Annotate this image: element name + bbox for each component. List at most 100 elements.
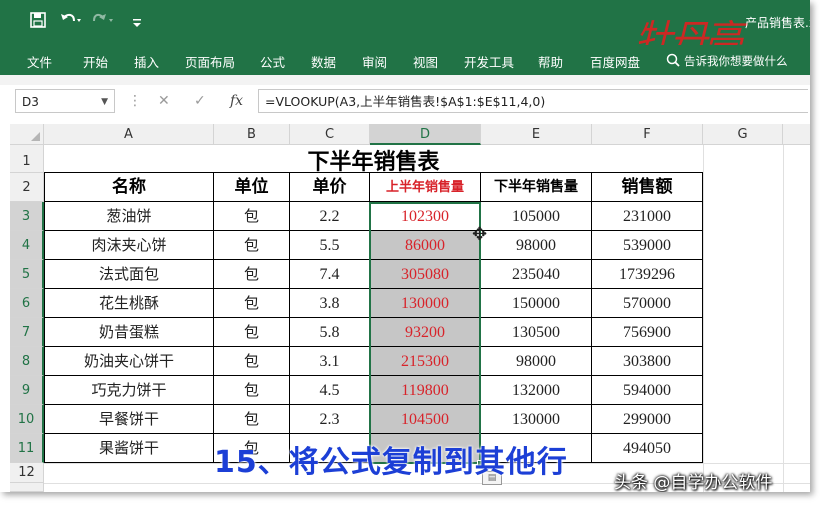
cell-revenue[interactable]: 303800 <box>592 347 703 376</box>
cell-h2-sales[interactable]: 132000 <box>481 376 592 405</box>
cell-unit[interactable]: 包 <box>214 347 290 376</box>
column-header-f[interactable]: F <box>592 124 703 145</box>
header-unit[interactable]: 单位 <box>214 173 290 202</box>
tab-home[interactable]: 开始 <box>83 52 108 71</box>
tab-data[interactable]: 数据 <box>311 52 336 71</box>
cell-unit[interactable]: 包 <box>214 289 290 318</box>
row-header-5[interactable]: 5 <box>10 260 44 289</box>
cell-h1-sales[interactable]: 215300 <box>370 347 481 376</box>
cell-h2-sales[interactable]: 130000 <box>481 405 592 434</box>
header-h1-sales[interactable]: 上半年销售量 <box>370 173 481 202</box>
cell-name[interactable]: 法式面包 <box>44 260 214 289</box>
row-header-2[interactable]: 2 <box>10 173 44 202</box>
cell-h2-sales[interactable]: 105000 <box>481 202 592 231</box>
customize-qat-icon[interactable] <box>132 14 142 33</box>
cell-unit[interactable]: 包 <box>214 260 290 289</box>
cell-h2-sales[interactable]: 150000 <box>481 289 592 318</box>
row-header-7[interactable]: 7 <box>10 318 44 347</box>
column-header-g[interactable]: G <box>703 124 783 145</box>
cell-name[interactable]: 葱油饼 <box>44 202 214 231</box>
cell-price[interactable]: 3.8 <box>290 289 370 318</box>
cell-price[interactable]: 4.5 <box>290 376 370 405</box>
cell-revenue[interactable]: 494050 <box>592 434 703 463</box>
cell-name[interactable]: 果酱饼干 <box>44 434 214 463</box>
row-header-6[interactable]: 6 <box>10 289 44 318</box>
cell-unit[interactable]: 包 <box>214 202 290 231</box>
row-header-12[interactable]: 12 <box>10 463 44 483</box>
tab-page-layout[interactable]: 页面布局 <box>185 52 235 71</box>
tab-view[interactable]: 视图 <box>413 52 438 71</box>
enter-icon[interactable]: ✓ <box>194 93 206 109</box>
tab-baidu-netdisk[interactable]: 百度网盘 <box>590 52 640 71</box>
cell-price[interactable]: 5.5 <box>290 231 370 260</box>
cell-unit[interactable]: 包 <box>214 318 290 347</box>
cell-price[interactable]: 3.1 <box>290 347 370 376</box>
cell-name[interactable]: 巧克力饼干 <box>44 376 214 405</box>
cell-name[interactable]: 奶油夹心饼干 <box>44 347 214 376</box>
cell-unit[interactable]: 包 <box>214 231 290 260</box>
formula-input[interactable]: =VLOOKUP(A3,上半年销售表!$A$1:$E$11,4,0) <box>258 89 808 113</box>
name-box[interactable]: D3 ▼ <box>15 89 115 113</box>
cell-h2-sales[interactable]: 98000 <box>481 231 592 260</box>
cell-revenue[interactable]: 1739296 <box>592 260 703 289</box>
header-revenue[interactable]: 销售额 <box>592 173 703 202</box>
cell-price[interactable]: 2.2 <box>290 202 370 231</box>
save-icon[interactable] <box>30 12 46 32</box>
cell-unit[interactable]: 包 <box>214 376 290 405</box>
column-header-b[interactable]: B <box>214 124 290 145</box>
column-header-c[interactable]: C <box>290 124 370 145</box>
cell-revenue[interactable]: 299000 <box>592 405 703 434</box>
cell-h1-sales[interactable]: 102300 <box>370 202 481 231</box>
row-header-10[interactable]: 10 <box>10 405 44 434</box>
undo-icon[interactable] <box>60 12 82 32</box>
column-header-d[interactable]: D <box>370 124 481 145</box>
cell-revenue[interactable]: 570000 <box>592 289 703 318</box>
header-h2-sales[interactable]: 下半年销售量 <box>481 173 592 202</box>
row-header-8[interactable]: 8 <box>10 347 44 376</box>
cell-h2-sales[interactable]: 130500 <box>481 318 592 347</box>
column-header-a[interactable]: A <box>44 124 214 145</box>
chevron-down-icon[interactable]: ▼ <box>101 90 108 114</box>
cell-revenue[interactable]: 756900 <box>592 318 703 347</box>
cell-name[interactable]: 早餐饼干 <box>44 405 214 434</box>
select-all-button[interactable] <box>10 124 44 145</box>
column-header-h[interactable] <box>783 124 810 145</box>
cell-name[interactable]: 肉沫夹心饼 <box>44 231 214 260</box>
cancel-icon[interactable]: ✕ <box>158 93 170 109</box>
cell-h1-sales[interactable]: 93200 <box>370 318 481 347</box>
row-header-13[interactable] <box>10 483 44 492</box>
insert-function-icon[interactable]: fx <box>230 93 243 109</box>
header-name[interactable]: 名称 <box>44 173 214 202</box>
cell-name[interactable]: 花生桃酥 <box>44 289 214 318</box>
cell-unit[interactable]: 包 <box>214 405 290 434</box>
cell-name[interactable]: 奶昔蛋糕 <box>44 318 214 347</box>
row-header-4[interactable]: 4 <box>10 231 44 260</box>
redo-icon[interactable] <box>92 12 114 32</box>
cell-revenue[interactable]: 539000 <box>592 231 703 260</box>
cell-price[interactable]: 7.4 <box>290 260 370 289</box>
lightbulb-icon[interactable] <box>666 53 680 70</box>
tab-developer[interactable]: 开发工具 <box>464 52 514 71</box>
column-header-e[interactable]: E <box>481 124 592 145</box>
tab-file[interactable]: 文件 <box>27 52 52 71</box>
cell-h1-sales[interactable]: 130000 <box>370 289 481 318</box>
header-price[interactable]: 单价 <box>290 173 370 202</box>
tab-review[interactable]: 审阅 <box>362 52 387 71</box>
cell-h2-sales[interactable]: 235040 <box>481 260 592 289</box>
cell-h1-sales[interactable]: 119800 <box>370 376 481 405</box>
tell-me-box[interactable]: 告诉我你想要做什么 <box>684 53 788 69</box>
cell-h2-sales[interactable]: 98000 <box>481 347 592 376</box>
tab-insert[interactable]: 插入 <box>134 52 159 71</box>
cell-price[interactable]: 2.3 <box>290 405 370 434</box>
tab-formulas[interactable]: 公式 <box>260 52 285 71</box>
sheet-title[interactable]: 下半年销售表 <box>44 145 703 173</box>
cell-h1-sales[interactable]: 86000 <box>370 231 481 260</box>
tab-help[interactable]: 帮助 <box>538 52 563 71</box>
cell-h1-sales[interactable]: 305080 <box>370 260 481 289</box>
row-header-3[interactable]: 3 <box>10 202 44 231</box>
row-header-1[interactable]: 1 <box>10 145 44 173</box>
cell-h1-sales[interactable]: 104500 <box>370 405 481 434</box>
row-header-11[interactable]: 11 <box>10 434 44 463</box>
cell-price[interactable]: 5.8 <box>290 318 370 347</box>
cell-revenue[interactable]: 594000 <box>592 376 703 405</box>
